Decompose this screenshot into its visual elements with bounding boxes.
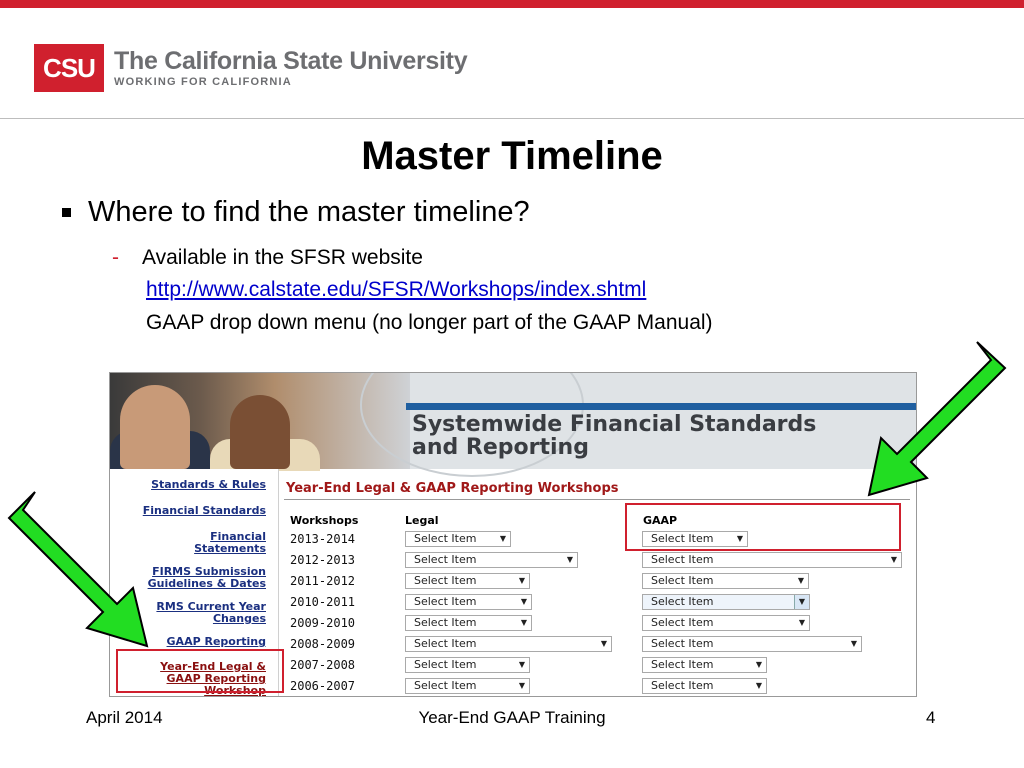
site-title: Systemwide Financial Standards and Repor… <box>412 412 817 460</box>
legal-select[interactable]: Select Item ▼ <box>405 594 532 610</box>
chevron-down-icon: ▼ <box>797 576 804 585</box>
gaap-select[interactable]: Select Item ▼ <box>642 657 767 673</box>
chevron-down-icon: ▼ <box>794 595 809 609</box>
chevron-down-icon: ▼ <box>890 555 897 564</box>
chevron-down-icon: ▼ <box>798 618 805 627</box>
website-screenshot: Systemwide Financial Standards and Repor… <box>109 372 917 697</box>
legal-select[interactable]: Select Item ▼ <box>405 657 530 673</box>
dash-marker: - <box>112 246 119 269</box>
nav-financial-statements[interactable]: Financial Statements <box>194 531 266 555</box>
gaap-select[interactable]: Select Item ▼ <box>642 573 809 589</box>
chevron-down-icon: ▼ <box>520 597 527 606</box>
logo-title: The California State University <box>114 47 468 75</box>
nav-firms-current-year[interactable]: RMS Current Year Changes <box>156 601 266 625</box>
square-bullet-icon <box>62 208 71 217</box>
gaap-select[interactable]: Select Item ▼ <box>642 594 810 610</box>
logo-subtitle: WORKING FOR CALIFORNIA <box>114 76 292 88</box>
nav-standards-rules[interactable]: Standards & Rules <box>151 479 266 491</box>
section-divider <box>284 499 910 500</box>
workshop-year: 2010-2011 <box>290 595 356 609</box>
workshop-year: 2012-2013 <box>290 553 356 567</box>
workshop-year: 2007-2008 <box>290 658 356 672</box>
green-arrow-down-right-icon <box>7 491 149 648</box>
logo-mark: CSU <box>34 44 104 92</box>
workshop-year: 2009-2010 <box>290 616 356 630</box>
chevron-down-icon: ▼ <box>566 555 573 564</box>
column-header-workshops: Workshops <box>290 514 359 527</box>
chevron-down-icon: ▼ <box>499 534 506 543</box>
column-header-legal: Legal <box>405 514 439 527</box>
bullet-text: Where to find the master timeline? <box>88 196 530 228</box>
legal-select[interactable]: Select Item ▼ <box>405 636 612 652</box>
sub-bullet-text-2: GAAP drop down menu (no longer part of t… <box>146 311 713 334</box>
nav-financial-standards[interactable]: Financial Standards <box>143 505 266 517</box>
legal-select[interactable]: Select Item ▼ <box>405 615 532 631</box>
legal-select[interactable]: Select Item ▼ <box>405 552 578 568</box>
highlight-box-gaap-column <box>625 503 901 551</box>
legal-select[interactable]: Select Item ▼ <box>405 531 511 547</box>
chevron-down-icon: ▼ <box>518 681 525 690</box>
banner-stripe <box>406 403 916 410</box>
nav-firms-submission[interactable]: FIRMS Submission Guidelines & Dates <box>148 566 266 590</box>
footer-title: Year-End GAAP Training <box>418 708 606 727</box>
chevron-down-icon: ▼ <box>600 639 607 648</box>
legal-select[interactable]: Select Item ▼ <box>405 573 530 589</box>
gaap-select[interactable]: Select Item ▼ <box>642 636 862 652</box>
sub-bullet-text: Available in the SFSR website <box>142 246 423 269</box>
nav-gaap-reporting[interactable]: GAAP Reporting <box>167 636 266 648</box>
chevron-down-icon: ▼ <box>755 681 762 690</box>
csu-logo: CSU The California State University WORK… <box>34 44 468 92</box>
chevron-down-icon: ▼ <box>518 660 525 669</box>
chevron-down-icon: ▼ <box>755 660 762 669</box>
bullet-item: Where to find the master timeline? <box>62 196 530 229</box>
workshop-year: 2006-2007 <box>290 679 356 693</box>
chevron-down-icon: ▼ <box>518 576 525 585</box>
section-title: Year-End Legal & GAAP Reporting Workshop… <box>286 481 619 496</box>
slide-title: Master Timeline <box>361 134 663 178</box>
gaap-select[interactable]: Select Item ▼ <box>642 615 810 631</box>
legal-select[interactable]: Select Item ▼ <box>405 678 530 694</box>
gaap-select[interactable]: Select Item ▼ <box>642 678 767 694</box>
sub-bullet: - Available in the SFSR website <box>112 246 423 270</box>
workshop-year: 2008-2009 <box>290 637 356 651</box>
gaap-select[interactable]: Select Item ▼ <box>642 552 902 568</box>
workshop-year: 2013-2014 <box>290 532 356 546</box>
header-divider <box>0 118 1024 119</box>
green-arrow-down-left-icon <box>867 341 1007 497</box>
top-accent-bar <box>0 0 1024 8</box>
site-banner: Systemwide Financial Standards and Repor… <box>110 373 916 477</box>
workshop-year: 2011-2012 <box>290 574 356 588</box>
footer-page-number: 4 <box>926 708 936 727</box>
chevron-down-icon: ▼ <box>850 639 857 648</box>
sfsr-workshops-link[interactable]: http://www.calstate.edu/SFSR/Workshops/i… <box>146 278 646 302</box>
chevron-down-icon: ▼ <box>520 618 527 627</box>
